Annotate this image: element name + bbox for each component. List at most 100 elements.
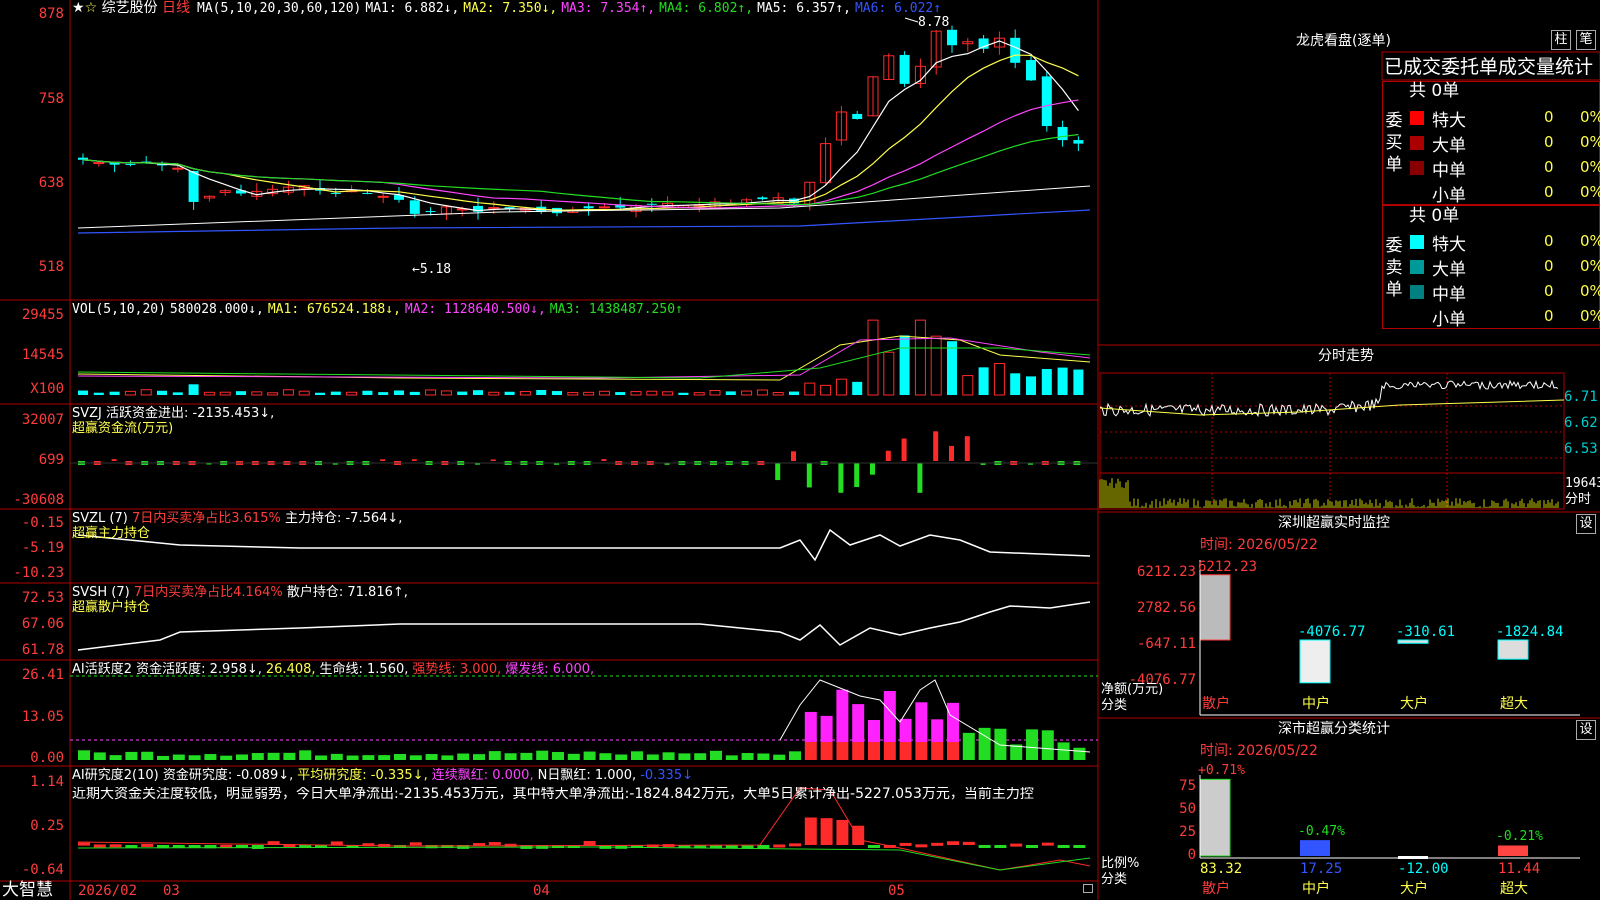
vol-bar-up — [567, 392, 579, 396]
intraday-vol-unit: 分时 — [1565, 492, 1592, 507]
order-swatch — [1410, 260, 1424, 274]
bar-view-button[interactable]: 柱 — [1551, 30, 1571, 50]
candle-down — [1010, 37, 1021, 63]
svzj-bar — [870, 463, 875, 475]
ai-active-bar — [78, 750, 90, 760]
sz-monitor-title: 深圳超赢实时监控 — [1278, 515, 1390, 531]
ai-active-bar — [457, 753, 470, 760]
ai-active-base — [899, 742, 912, 760]
ma20-line — [82, 99, 1079, 209]
price-tick-0: 878 — [38, 6, 64, 22]
candle-down — [409, 200, 420, 214]
sz-class-tick-0: 75 — [1179, 778, 1196, 794]
ai-active-bar — [504, 753, 517, 760]
tick-view-button[interactable]: 笔 — [1576, 30, 1596, 50]
ai-research-item-3: N日飘红: 1.000, — [537, 768, 637, 783]
vol-bar-down — [552, 391, 562, 395]
vol-bar-up — [756, 389, 768, 396]
intraday-price-line — [1099, 379, 1559, 418]
candle-down — [583, 206, 594, 209]
vol-bar-up — [124, 390, 136, 396]
svzl-tick-0: -0.15 — [21, 515, 64, 531]
intraday-box — [1099, 372, 1565, 510]
svzj-tick-1: 699 — [38, 452, 64, 468]
sz-class-settings-button[interactable]: 设 — [1576, 720, 1596, 740]
date-tick-2: 04 — [533, 883, 550, 899]
sz-monitor-settings-button[interactable]: 设 — [1576, 514, 1596, 534]
buy-total: 共 0单 — [1409, 81, 1460, 101]
vol-bar-down — [93, 392, 104, 395]
longhu-title: 龙虎看盘(逐单) — [1296, 33, 1391, 49]
sz-monitor-bar-中户 — [1299, 639, 1331, 684]
vol-bar-down — [899, 335, 910, 395]
order-pct: 0% — [1580, 282, 1600, 300]
sz-class-cat-2[interactable]: 大户 — [1400, 882, 1428, 897]
svzj-bar — [901, 438, 907, 461]
vol-bar-up — [962, 375, 974, 396]
period-label[interactable]: 日线 — [162, 0, 190, 16]
vol-bar-down — [236, 391, 246, 395]
ma-legend-item-2: MA2: 7.350↓, — [463, 1, 558, 16]
svzl-subtitle: 超赢主力持仓 — [72, 526, 151, 541]
ma120-line — [77, 209, 1091, 234]
sz-monitor-cat-0[interactable]: 散户 — [1202, 697, 1230, 712]
order-row-sell-rows-1: 大单 0 0% — [1408, 255, 1600, 280]
intraday-title: 分时走势 — [1318, 348, 1374, 364]
stock-title: ★☆ 综艺股份 日线 — [72, 1, 190, 16]
ma30-line — [82, 133, 1079, 206]
vol-bar-down — [188, 384, 199, 395]
ai-research-bar — [409, 842, 422, 846]
ai-active-bar — [583, 751, 596, 760]
ai-research-bar — [141, 843, 154, 847]
svzj-bar — [964, 436, 970, 461]
ai-research-bar — [251, 845, 264, 849]
stock-name[interactable]: 综艺股份 — [102, 0, 158, 16]
ai-active-bar — [346, 755, 359, 760]
order-pct: 0% — [1580, 257, 1600, 275]
ai-active-bar — [378, 755, 391, 760]
sz-class-cat-0[interactable]: 散户 — [1202, 882, 1230, 897]
sz-class-cat-1[interactable]: 中户 — [1302, 882, 1330, 897]
order-swatch — [1410, 285, 1424, 299]
ai-active-item-2: 生命线: 1.560, — [319, 662, 409, 677]
ai-active-bar — [773, 754, 786, 760]
order-label: 特大 — [1432, 111, 1466, 131]
vol-bar-down — [678, 392, 689, 395]
ai-research-bar — [899, 842, 912, 846]
ai-active-base — [820, 742, 833, 760]
longhu-header: 已成交委托单成交量统计 — [1384, 56, 1594, 78]
sz-class-cat-3[interactable]: 超大 — [1500, 882, 1528, 897]
intraday-avg-line — [1099, 399, 1565, 416]
vol-bar-down — [473, 390, 483, 395]
ai-research-bar — [836, 819, 849, 845]
ma-legend-item-5: MA5: 6.357↑, — [757, 1, 851, 16]
svzl-title: SVZL (7) — [72, 511, 128, 526]
vol-bar-down — [852, 381, 863, 395]
ai-active-bar — [868, 719, 880, 742]
sz-monitor-cat-2[interactable]: 大户 — [1400, 697, 1428, 712]
order-label: 小单 — [1432, 310, 1466, 330]
ai-research-bar — [915, 844, 928, 848]
ai-active-base — [868, 742, 880, 760]
ai-active-bar — [409, 755, 422, 760]
svzj-bar — [111, 459, 117, 461]
ai-active-bar — [710, 750, 722, 760]
sz-class-bar-散户 — [1199, 778, 1231, 857]
sz-monitor-value-2: -310.61 — [1396, 624, 1456, 640]
sz-monitor-cat-3[interactable]: 超大 — [1500, 697, 1528, 712]
svzj-subtitle: 超赢资金流(万元) — [72, 421, 174, 436]
vol-bar-down — [409, 391, 420, 395]
ai-research-bar — [1057, 845, 1070, 848]
ai-active-bar — [394, 754, 406, 760]
vol-bar-up — [709, 389, 721, 396]
vol-tick-1: 14545 — [21, 347, 64, 363]
order-label: 小单 — [1432, 186, 1466, 206]
sz-monitor-cat-1[interactable]: 中户 — [1302, 697, 1330, 712]
candle-down — [1041, 76, 1052, 127]
svzj-tick-0: 32007 — [21, 412, 64, 428]
main-chart-canvas[interactable] — [0, 0, 1600, 900]
ai-research-bar — [1026, 845, 1038, 848]
order-pct: 0% — [1580, 307, 1600, 325]
svsh-title: SVSH (7) — [72, 585, 130, 600]
lock-icon[interactable] — [1083, 884, 1093, 893]
